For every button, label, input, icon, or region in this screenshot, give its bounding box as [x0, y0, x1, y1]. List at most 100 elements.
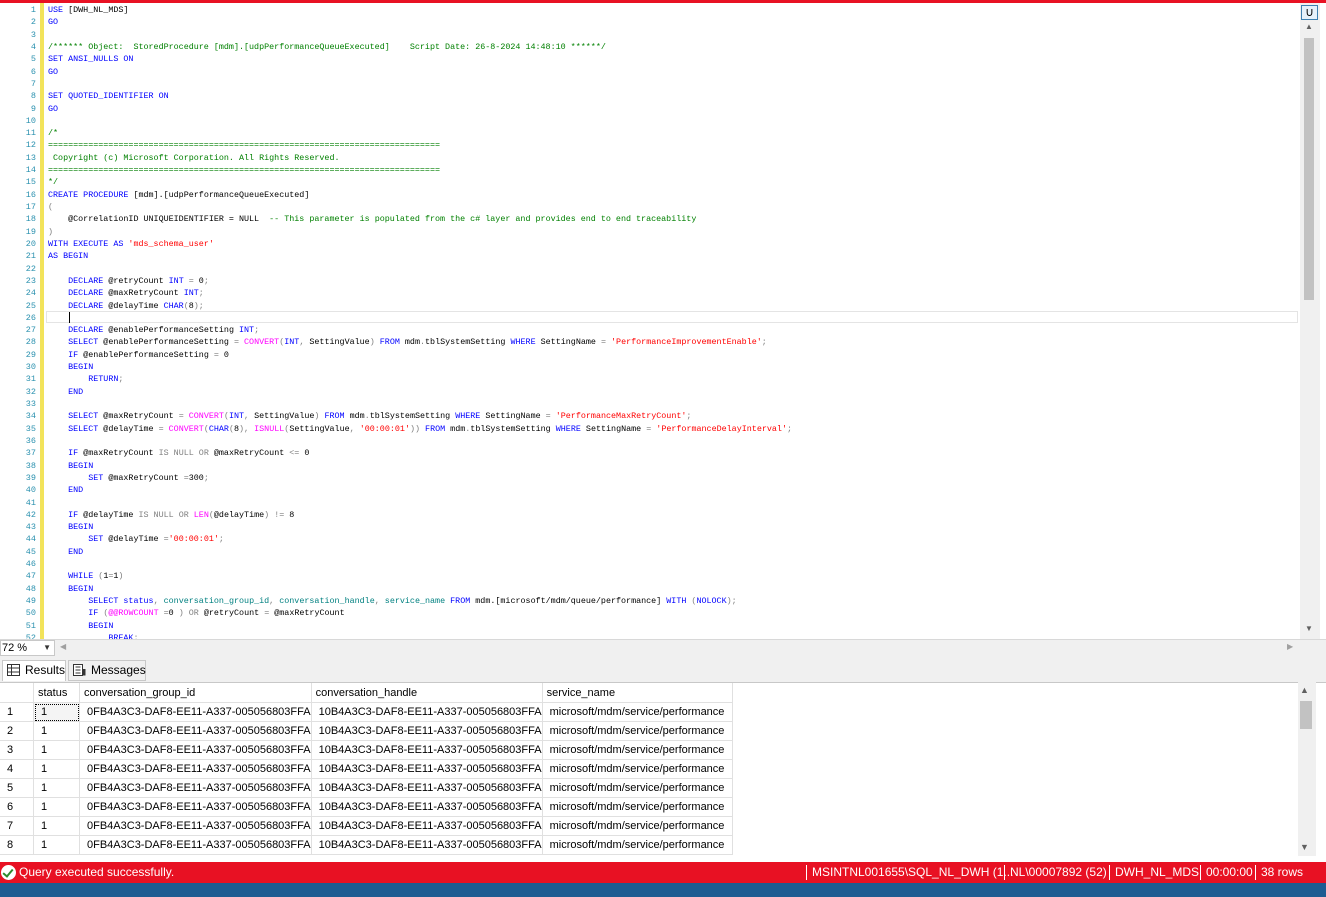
cell-conversation-group-id[interactable]: 0FB4A3C3-DAF8-EE11-A337-005056803FFA: [79, 778, 312, 798]
code-line: */: [48, 177, 59, 188]
line-number: 9: [30, 103, 36, 114]
cell-status[interactable]: 1: [33, 721, 80, 741]
cell-status[interactable]: 1: [33, 816, 80, 836]
row-number[interactable]: 8: [0, 835, 34, 855]
line-number: 28: [25, 337, 36, 348]
table-row[interactable]: 6 1 0FB4A3C3-DAF8-EE11-A337-005056803FFA…: [0, 797, 733, 817]
cell-conversation-group-id[interactable]: 0FB4A3C3-DAF8-EE11-A337-005056803FFA: [79, 740, 312, 760]
tab-messages[interactable]: Messages: [68, 660, 146, 681]
grid-scroll-down-arrow-icon[interactable]: ▼: [1300, 842, 1309, 852]
row-number[interactable]: 2: [0, 721, 34, 741]
cell-conversation-group-id[interactable]: 0FB4A3C3-DAF8-EE11-A337-005056803FFA: [79, 816, 312, 836]
current-line-highlight: [46, 311, 1298, 323]
table-row[interactable]: 7 1 0FB4A3C3-DAF8-EE11-A337-005056803FFA…: [0, 816, 733, 836]
table-row[interactable]: 3 1 0FB4A3C3-DAF8-EE11-A337-005056803FFA…: [0, 740, 733, 760]
results-grid[interactable]: status conversation_group_id conversatio…: [0, 682, 1326, 857]
scroll-down-arrow-icon[interactable]: ▼: [1303, 624, 1315, 634]
cell-status[interactable]: 1: [33, 759, 80, 779]
table-row[interactable]: 8 1 0FB4A3C3-DAF8-EE11-A337-005056803FFA…: [0, 835, 733, 855]
line-number: 7: [30, 78, 36, 89]
cell-status[interactable]: 1: [33, 740, 80, 760]
code-line: DECLARE @delayTime CHAR(8);: [68, 300, 204, 311]
column-header-conversation-handle[interactable]: conversation_handle: [311, 683, 543, 703]
code-line: IF @delayTime IS NULL OR LEN(@delayTime)…: [68, 509, 295, 520]
column-header-status[interactable]: status: [33, 683, 80, 703]
code-line: END: [68, 485, 84, 496]
line-number: 11: [25, 128, 36, 139]
grid-scroll-up-arrow-icon[interactable]: ▲: [1300, 685, 1309, 695]
cell-status[interactable]: 1: [33, 835, 80, 855]
code-line: SET @maxRetryCount =300;: [88, 472, 209, 483]
cell-service-name[interactable]: microsoft/mdm/service/performance: [542, 721, 733, 741]
cell-service-name[interactable]: microsoft/mdm/service/performance: [542, 740, 733, 760]
tab-results[interactable]: Results: [2, 660, 66, 681]
cell-conversation-handle[interactable]: 10B4A3C3-DAF8-EE11-A337-005056803FFA: [311, 759, 543, 779]
cell-service-name[interactable]: microsoft/mdm/service/performance: [542, 702, 733, 722]
code-line: END: [68, 386, 84, 397]
line-number: 22: [25, 263, 36, 274]
line-number: 10: [25, 115, 36, 126]
table-row[interactable]: 4 1 0FB4A3C3-DAF8-EE11-A337-005056803FFA…: [0, 759, 733, 779]
row-number[interactable]: 4: [0, 759, 34, 779]
editor-scroll-thumb[interactable]: [1304, 38, 1314, 300]
cell-conversation-group-id[interactable]: 0FB4A3C3-DAF8-EE11-A337-005056803FFA: [79, 721, 312, 741]
row-number[interactable]: 7: [0, 816, 34, 836]
code-line: GO: [48, 17, 59, 28]
table-row[interactable]: 5 1 0FB4A3C3-DAF8-EE11-A337-005056803FFA…: [0, 778, 733, 798]
split-pane-icon[interactable]: ∪: [1301, 5, 1318, 20]
scroll-right-arrow-icon[interactable]: ▶: [1287, 642, 1293, 651]
cell-status[interactable]: 1: [33, 702, 80, 722]
code-line: AS BEGIN: [48, 251, 89, 262]
row-number[interactable]: 1: [0, 702, 34, 722]
scroll-up-arrow-icon[interactable]: ▲: [1303, 22, 1315, 32]
row-number-header[interactable]: [0, 683, 34, 703]
cell-status[interactable]: 1: [33, 797, 80, 817]
line-number: 30: [25, 362, 36, 373]
cell-conversation-group-id[interactable]: 0FB4A3C3-DAF8-EE11-A337-005056803FFA: [79, 797, 312, 817]
cell-conversation-handle[interactable]: 10B4A3C3-DAF8-EE11-A337-005056803FFA: [311, 835, 543, 855]
column-header-conversation-group-id[interactable]: conversation_group_id: [79, 683, 312, 703]
line-number: 44: [25, 534, 36, 545]
cell-conversation-group-id[interactable]: 0FB4A3C3-DAF8-EE11-A337-005056803FFA: [79, 759, 312, 779]
grid-scroll-thumb[interactable]: [1300, 701, 1312, 729]
cell-status[interactable]: 1: [33, 778, 80, 798]
sql-editor[interactable]: 1 2 3 4 5 6 7 8 9 10 11 12 13 14 15 16 17 18 19 20 21 22 23 24 2…: [0, 3, 1326, 639]
row-number[interactable]: 3: [0, 740, 34, 760]
cell-conversation-handle[interactable]: 10B4A3C3-DAF8-EE11-A337-005056803FFA: [311, 740, 543, 760]
cell-service-name[interactable]: microsoft/mdm/service/performance: [542, 778, 733, 798]
cell-service-name[interactable]: microsoft/mdm/service/performance: [542, 759, 733, 779]
grid-icon: [7, 664, 20, 676]
row-number[interactable]: 6: [0, 797, 34, 817]
code-line: (: [48, 202, 54, 212]
line-number: 42: [25, 509, 36, 520]
cell-service-name[interactable]: microsoft/mdm/service/performance: [542, 797, 733, 817]
table-row[interactable]: 2 1 0FB4A3C3-DAF8-EE11-A337-005056803FFA…: [0, 721, 733, 741]
line-number: 25: [25, 300, 36, 311]
table-row[interactable]: 1 1 0FB4A3C3-DAF8-EE11-A337-005056803FFA…: [0, 702, 733, 722]
status-user: NL\00007892 (52): [1004, 865, 1107, 880]
code-line: GO: [48, 103, 59, 114]
cell-conversation-group-id[interactable]: 0FB4A3C3-DAF8-EE11-A337-005056803FFA: [79, 835, 312, 855]
zoom-dropdown[interactable]: 72 % ▼: [0, 640, 55, 656]
cell-conversation-handle[interactable]: 10B4A3C3-DAF8-EE11-A337-005056803FFA: [311, 816, 543, 836]
code-line: BEGIN: [68, 522, 94, 533]
cell-conversation-handle[interactable]: 10B4A3C3-DAF8-EE11-A337-005056803FFA: [311, 778, 543, 798]
cell-conversation-handle[interactable]: 10B4A3C3-DAF8-EE11-A337-005056803FFA: [311, 797, 543, 817]
column-header-service-name[interactable]: service_name: [542, 683, 733, 703]
editor-horizontal-scrollbar[interactable]: 72 % ▼ ◀ ▶: [0, 639, 1326, 657]
code-line: BEGIN: [88, 620, 114, 631]
cell-conversation-group-id[interactable]: 0FB4A3C3-DAF8-EE11-A337-005056803FFA: [79, 702, 312, 722]
line-number: 47: [25, 571, 36, 582]
scroll-left-arrow-icon[interactable]: ◀: [60, 642, 66, 651]
row-number[interactable]: 5: [0, 778, 34, 798]
cell-conversation-handle[interactable]: 10B4A3C3-DAF8-EE11-A337-005056803FFA: [311, 721, 543, 741]
cell-service-name[interactable]: microsoft/mdm/service/performance: [542, 816, 733, 836]
cell-conversation-handle[interactable]: 10B4A3C3-DAF8-EE11-A337-005056803FFA: [311, 702, 543, 722]
cell-service-name[interactable]: microsoft/mdm/service/performance: [542, 835, 733, 855]
code-line: SET @delayTime ='00:00:01';: [88, 534, 224, 545]
code-line: SELECT @maxRetryCount = CONVERT(INT, Set…: [68, 411, 692, 422]
results-table: status conversation_group_id conversatio…: [0, 683, 733, 855]
